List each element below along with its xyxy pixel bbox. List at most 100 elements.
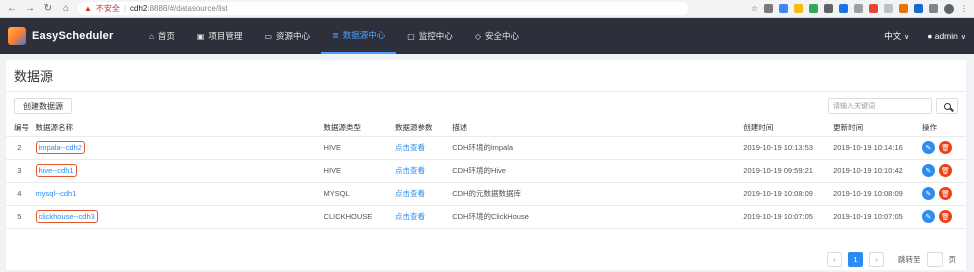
view-params-link[interactable]: 点击查看 — [395, 166, 425, 175]
edit-icon[interactable]: ✎ — [921, 187, 935, 200]
main-nav: ⌂ 首页 ▣ 项目管理 ▭ 资源中心 ≣ 数据源中心 ▢ 监控中心 ◇ 安全中心 — [138, 18, 530, 54]
search-area: 请输入关键词 — [828, 98, 958, 114]
update-time: 2019-10-19 10:08:09 — [830, 182, 919, 206]
row-actions: ✎ 🗑 — [921, 141, 966, 154]
page-unit-label: 页 — [948, 255, 957, 264]
logo-icon — [8, 27, 26, 45]
extension-icon[interactable] — [884, 4, 893, 13]
delete-icon[interactable]: 🗑 — [938, 164, 952, 177]
forward-icon[interactable]: → — [24, 3, 36, 15]
jump-label: 跳转至 — [898, 255, 921, 264]
create-datasource-button[interactable]: 创建数据源 — [14, 98, 72, 114]
datasource-panel: 数据源 创建数据源 请输入关键词 编号 数据源名称 数据源类型 数据源参数 描述… — [6, 60, 966, 270]
bookmark-star-icon[interactable]: ☆ — [751, 4, 758, 13]
database-icon: ≣ — [332, 30, 339, 40]
table-row: 2 impala--cdh2 HIVE 点击查看 CDH环境的impala 20… — [6, 136, 966, 160]
profile-avatar[interactable] — [944, 3, 954, 14]
column-header: 创建时间 — [740, 120, 831, 137]
url-separator: | — [123, 4, 126, 13]
nav-label: 项目管理 — [208, 31, 243, 41]
pagination: ‹ 1 › 跳转至 页 — [827, 252, 956, 267]
search-input[interactable]: 请输入关键词 — [828, 98, 932, 114]
edit-icon[interactable]: ✎ — [921, 141, 935, 154]
shield-icon: ◇ — [474, 31, 481, 41]
view-params-link[interactable]: 点击查看 — [395, 212, 425, 221]
nav-item-home[interactable]: ⌂ 首页 — [138, 18, 186, 54]
datasource-name-link[interactable]: hive--cdh1 — [35, 164, 77, 177]
view-params-link[interactable]: 点击查看 — [395, 143, 425, 152]
column-header: 编号 — [6, 120, 33, 137]
datasource-type: CLICKHOUSE — [320, 205, 393, 229]
nav-label: 安全中心 — [484, 31, 519, 41]
datasource-table: 编号 数据源名称 数据源类型 数据源参数 描述 创建时间 更新时间 操作 2 i… — [6, 120, 966, 229]
column-header: 更新时间 — [830, 120, 919, 137]
extension-icon[interactable] — [899, 4, 908, 13]
nav-item-monitor[interactable]: ▢ 监控中心 — [396, 18, 464, 54]
extension-icon[interactable] — [809, 4, 818, 13]
back-icon[interactable]: ← — [6, 3, 18, 15]
row-actions: ✎ 🗑 — [921, 164, 966, 177]
user-icon: ● — [927, 31, 933, 41]
home-browser-icon[interactable]: ⌂ — [60, 3, 72, 15]
jump-page-input[interactable] — [926, 252, 943, 267]
datasource-name-cell: mysql--cdh1 — [32, 182, 321, 206]
extension-icon[interactable] — [794, 4, 803, 13]
update-time: 2019-10-19 10:14:16 — [830, 136, 919, 160]
datasource-name-link[interactable]: impala--cdh2 — [35, 141, 85, 154]
description: CDH环境的ClickHouse — [449, 205, 741, 229]
reload-icon[interactable]: ↻ — [42, 3, 54, 15]
page-number-button[interactable]: 1 — [848, 252, 863, 267]
extension-icon[interactable] — [824, 4, 833, 13]
create-time: 2019-10-19 09:59:21 — [740, 159, 831, 183]
search-button[interactable] — [936, 98, 958, 114]
extension-icon[interactable] — [854, 4, 863, 13]
edit-icon[interactable]: ✎ — [921, 210, 935, 223]
language-switcher[interactable]: 中文 ∨ — [884, 30, 909, 42]
description: CDH环境的Hive — [449, 159, 741, 183]
delete-icon[interactable]: 🗑 — [938, 141, 952, 154]
create-time: 2019-10-19 10:07:05 — [740, 205, 831, 229]
insecure-label: 不安全 — [95, 4, 120, 13]
logo[interactable]: EasyScheduler — [8, 27, 138, 45]
chevron-down-icon: ∨ — [960, 34, 966, 41]
row-number: 5 — [6, 205, 33, 229]
browser-toolbar: ← → ↻ ⌂ ▲ 不安全 | cdh2:8888/#/datasource/l… — [0, 0, 974, 18]
datasource-name-link[interactable]: mysql--cdh1 — [36, 189, 77, 198]
column-header: 数据源类型 — [320, 120, 393, 137]
toolbar: 创建数据源 请输入关键词 — [6, 92, 966, 120]
datasource-name-link[interactable]: clickhouse--cdh3 — [35, 210, 98, 223]
nav-item-resources[interactable]: ▭ 资源中心 — [253, 18, 321, 54]
extension-icon[interactable] — [914, 4, 923, 13]
extension-icon[interactable] — [929, 4, 938, 13]
description: CDH环境的impala — [449, 136, 741, 160]
extension-icon[interactable] — [779, 4, 788, 13]
datasource-name-cell: clickhouse--cdh3 — [32, 205, 321, 229]
description: CDH的元数据数据库 — [449, 182, 741, 206]
datasource-type: HIVE — [320, 136, 393, 160]
nav-item-datasource[interactable]: ≣ 数据源中心 — [321, 18, 397, 54]
chevron-down-icon: ∨ — [904, 34, 910, 41]
search-icon — [943, 102, 951, 110]
create-time: 2019-10-19 10:08:09 — [740, 182, 831, 206]
delete-icon[interactable]: 🗑 — [938, 210, 952, 223]
datasource-name-cell: hive--cdh1 — [32, 159, 321, 183]
table-row: 4 mysql--cdh1 MYSQL 点击查看 CDH的元数据数据库 2019… — [6, 182, 966, 206]
table-row: 3 hive--cdh1 HIVE 点击查看 CDH环境的Hive 2019-1… — [6, 159, 966, 183]
extension-icon[interactable] — [869, 4, 878, 13]
user-menu[interactable]: ● admin ∨ — [927, 31, 966, 41]
delete-icon[interactable]: 🗑 — [938, 187, 952, 200]
menu-icon[interactable]: ⋮ — [960, 4, 968, 13]
nav-item-projects[interactable]: ▣ 项目管理 — [186, 18, 254, 54]
next-page-button[interactable]: › — [869, 252, 884, 267]
extension-icon[interactable] — [839, 4, 848, 13]
edit-icon[interactable]: ✎ — [921, 164, 935, 177]
nav-item-security[interactable]: ◇ 安全中心 — [464, 18, 530, 54]
prev-page-button[interactable]: ‹ — [827, 252, 842, 267]
datasource-type: HIVE — [320, 159, 393, 183]
view-params-link[interactable]: 点击查看 — [395, 189, 425, 198]
extension-icon[interactable] — [764, 4, 773, 13]
address-bar[interactable]: ▲ 不安全 | cdh2:8888/#/datasource/list — [78, 2, 688, 15]
table-row: 5 clickhouse--cdh3 CLICKHOUSE 点击查看 CDH环境… — [6, 205, 966, 229]
column-header: 数据源名称 — [32, 120, 321, 137]
project-icon: ▣ — [196, 31, 205, 41]
